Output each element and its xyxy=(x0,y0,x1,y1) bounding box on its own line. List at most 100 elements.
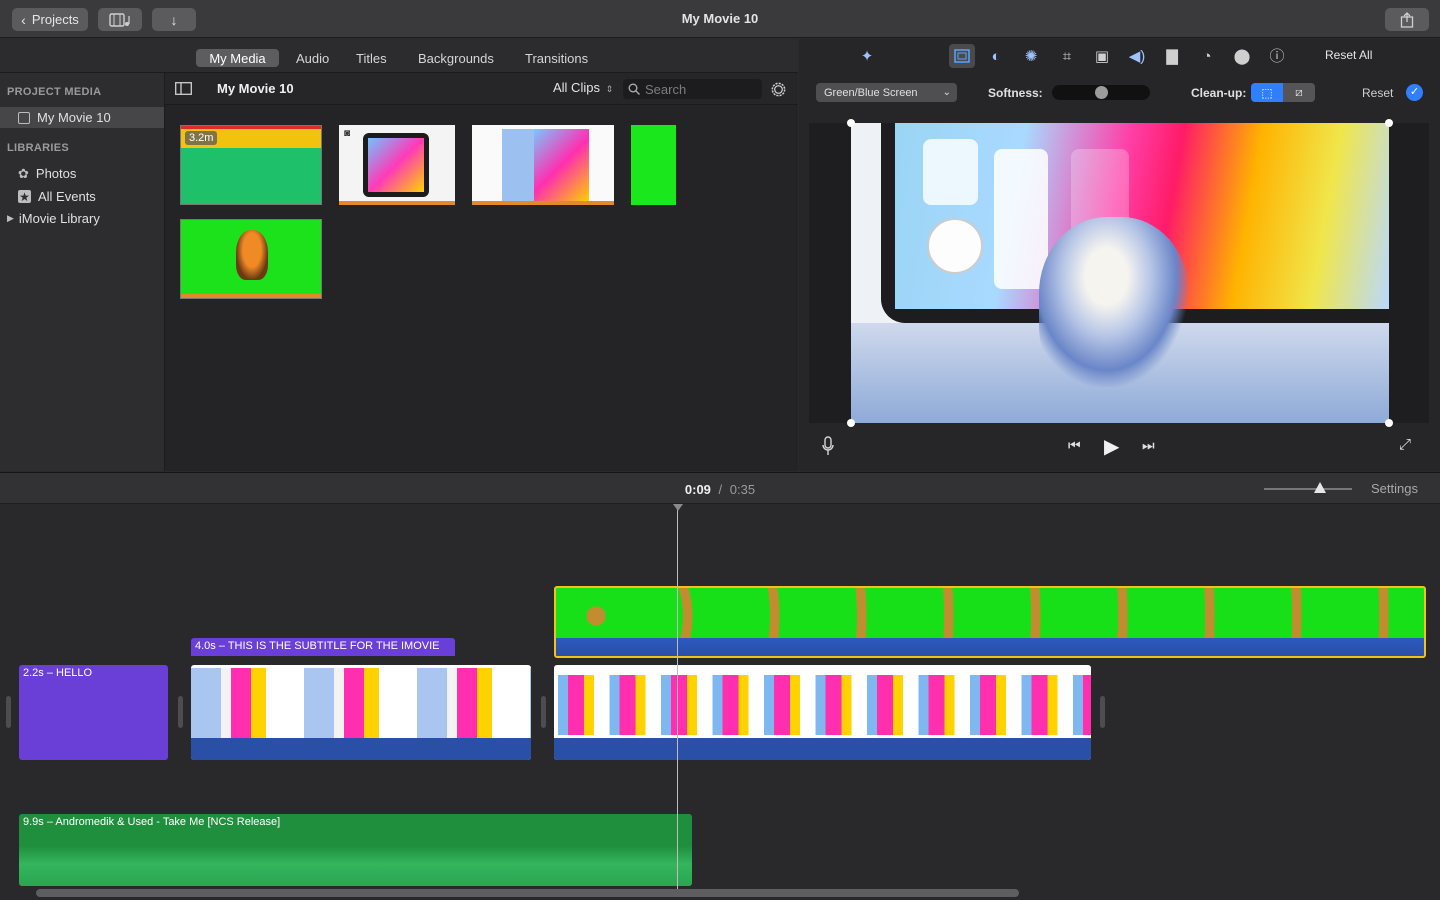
media-clip-tiger[interactable] xyxy=(180,219,322,299)
softness-slider-knob[interactable] xyxy=(1095,86,1108,99)
sidebar-item-label: My Movie 10 xyxy=(37,110,111,125)
play-icon[interactable]: ▶ xyxy=(1104,434,1119,459)
info-icon[interactable]: ⓘ xyxy=(1267,47,1287,67)
audio-clip-music[interactable]: 9.9s – Andromedik & Used - Take Me [NCS … xyxy=(19,814,692,886)
clip-trim-handle[interactable] xyxy=(541,696,546,728)
clip-frames xyxy=(191,668,531,738)
sidebar-item-label: Photos xyxy=(35,166,77,181)
cleanup-brush-button[interactable]: ⬚ xyxy=(1251,83,1283,102)
media-clip-green-short[interactable] xyxy=(631,125,676,205)
overlay-settings-bar: Green/Blue Screen ⌄ Softness: Clean-up: … xyxy=(799,79,1440,107)
tab-my-media[interactable]: My Media xyxy=(196,49,279,67)
reset-button[interactable]: Reset xyxy=(1362,86,1393,100)
cleanup-label: Clean-up: xyxy=(1191,86,1247,100)
sidebar-toggle-icon[interactable] xyxy=(175,82,192,95)
adjustment-toolbar: ✦ ◐ ✺ ⌗ ▣ ◀) ▇ ◔ ⬤ ⓘ Reset All xyxy=(799,39,1440,73)
viewer-panel: ✦ ◐ ✺ ⌗ ▣ ◀) ▇ ◔ ⬤ ⓘ Reset All Green/Blu… xyxy=(799,39,1440,471)
sidebar-item-photos[interactable]: ✿ Photos xyxy=(0,163,164,184)
zoom-slider-knob[interactable] xyxy=(1314,482,1326,493)
title-clip-hello[interactable]: 2.2s – HELLO xyxy=(19,665,168,760)
media-browser: My Media Audio Titles Backgrounds Transi… xyxy=(0,39,798,471)
current-time: 0:09 xyxy=(684,482,711,497)
video-overlay-tool[interactable] xyxy=(949,44,975,68)
clip-trim-handle[interactable] xyxy=(6,696,11,728)
audio-waveform xyxy=(191,738,531,760)
subtitle-title-clip[interactable]: 4.0s – THIS IS THE SUBTITLE FOR THE IMOV… xyxy=(191,638,455,656)
overlay-effect-select[interactable]: Green/Blue Screen ⌄ xyxy=(816,83,957,102)
softness-slider[interactable] xyxy=(1052,85,1150,100)
crop-icon[interactable]: ⌗ xyxy=(1057,47,1077,67)
media-clip-ipad-video[interactable] xyxy=(472,125,614,205)
video-preview[interactable] xyxy=(809,119,1429,427)
project-media-header: PROJECT MEDIA xyxy=(7,86,102,98)
overlay-effect-value: Green/Blue Screen xyxy=(824,86,918,99)
video-clip-ipad-2[interactable] xyxy=(554,665,1091,760)
filter-icon[interactable]: ⬤ xyxy=(1232,47,1252,67)
clip-filter-value: All Clips xyxy=(553,80,600,95)
timeline-settings-button[interactable]: Settings xyxy=(1371,481,1418,496)
tiger-thumbnail xyxy=(236,230,268,280)
color-palette-icon[interactable]: ✺ xyxy=(1021,47,1041,67)
subtitle-clip-label: 4.0s – THIS IS THE SUBTITLE FOR THE IMOV… xyxy=(195,640,440,652)
clip-trim-handle[interactable] xyxy=(178,696,183,728)
timeline-scrollbar[interactable] xyxy=(36,889,1019,897)
reset-all-button[interactable]: Reset All xyxy=(1325,48,1372,62)
fullscreen-icon[interactable]: ⤢ xyxy=(1399,436,1411,453)
speed-icon[interactable]: ◔ xyxy=(1197,47,1217,67)
tab-audio[interactable]: Audio xyxy=(284,49,341,67)
media-clip-ipad-photo[interactable]: ◙ xyxy=(339,125,455,205)
stabilization-icon[interactable]: ▣ xyxy=(1092,47,1112,67)
star-icon: ★ xyxy=(18,189,31,204)
music-clip-label: 9.9s – Andromedik & Used - Take Me [NCS … xyxy=(23,816,281,828)
tiger-frames xyxy=(556,588,1424,638)
libraries-header: LIBRARIES xyxy=(7,142,69,154)
event-title: My Movie 10 xyxy=(217,81,294,96)
clip-filter-select[interactable]: All Clips ⇕ xyxy=(553,80,613,95)
cleanup-erase-icon: ⧄ xyxy=(1295,85,1303,99)
crop-handle-tl[interactable] xyxy=(847,119,855,127)
sidebar-item-my-movie[interactable]: My Movie 10 xyxy=(0,107,164,128)
timeline-header: 0:09 / 0:35 Settings xyxy=(0,473,1440,504)
volume-icon[interactable]: ◀) xyxy=(1127,47,1147,67)
clip-trim-handle[interactable] xyxy=(1100,696,1105,728)
camera-icon: ◙ xyxy=(344,128,351,139)
chevron-down-icon: ⌄ xyxy=(942,87,951,98)
skip-forward-icon[interactable]: ⏭ xyxy=(1142,437,1155,454)
timecode-display: 0:09 / 0:35 xyxy=(0,482,1440,497)
apply-checkmark-icon[interactable]: ✓ xyxy=(1406,84,1423,101)
time-separator: / xyxy=(718,482,723,497)
playhead-marker[interactable] xyxy=(673,504,683,511)
magic-wand-icon[interactable]: ✦ xyxy=(857,47,877,67)
sidebar-item-imovie-library[interactable]: ▶ iMovie Library xyxy=(0,208,164,229)
crop-handle-tr[interactable] xyxy=(1385,119,1393,127)
skip-back-icon[interactable]: ⏮ xyxy=(1068,437,1081,454)
equalizer-icon[interactable]: ▇ xyxy=(1162,47,1182,67)
crop-handle-bl[interactable] xyxy=(847,419,855,427)
media-clip-green-screen[interactable]: 3.2m xyxy=(180,125,322,205)
microphone-icon[interactable] xyxy=(821,436,835,456)
video-clip-ipad-1[interactable] xyxy=(191,665,531,760)
photos-icon: ✿ xyxy=(18,165,29,181)
search-input[interactable]: Search xyxy=(623,79,762,99)
zoom-slider[interactable] xyxy=(1264,482,1352,493)
tab-backgrounds[interactable]: Backgrounds xyxy=(406,49,506,67)
clip-duration-badge: 3.2m xyxy=(185,131,218,145)
gear-icon[interactable] xyxy=(769,80,788,99)
sidebar-item-all-events[interactable]: ★ All Events xyxy=(0,186,164,207)
color-balance-icon[interactable]: ◐ xyxy=(986,47,1006,67)
overlay-clip-tiger[interactable] xyxy=(554,586,1426,658)
tab-transitions[interactable]: Transitions xyxy=(513,49,600,67)
share-button[interactable] xyxy=(1385,8,1429,31)
crop-handle-br[interactable] xyxy=(1385,419,1393,427)
sidebar-item-label: iMovie Library xyxy=(18,211,100,226)
total-time: 0:35 xyxy=(729,482,756,497)
overlay-icon xyxy=(954,49,970,63)
title-bar: ‹ Projects ↓ My Movie 10 xyxy=(0,0,1440,38)
title-clip-label: 2.2s – HELLO xyxy=(23,667,93,679)
clip-frames xyxy=(554,675,1091,735)
playhead[interactable] xyxy=(677,504,678,889)
cleanup-erase-button[interactable]: ⧄ xyxy=(1283,83,1315,102)
window-title: My Movie 10 xyxy=(681,11,759,26)
tab-titles[interactable]: Titles xyxy=(344,49,399,67)
media-header: My Movie 10 All Clips ⇕ Search xyxy=(165,73,798,105)
